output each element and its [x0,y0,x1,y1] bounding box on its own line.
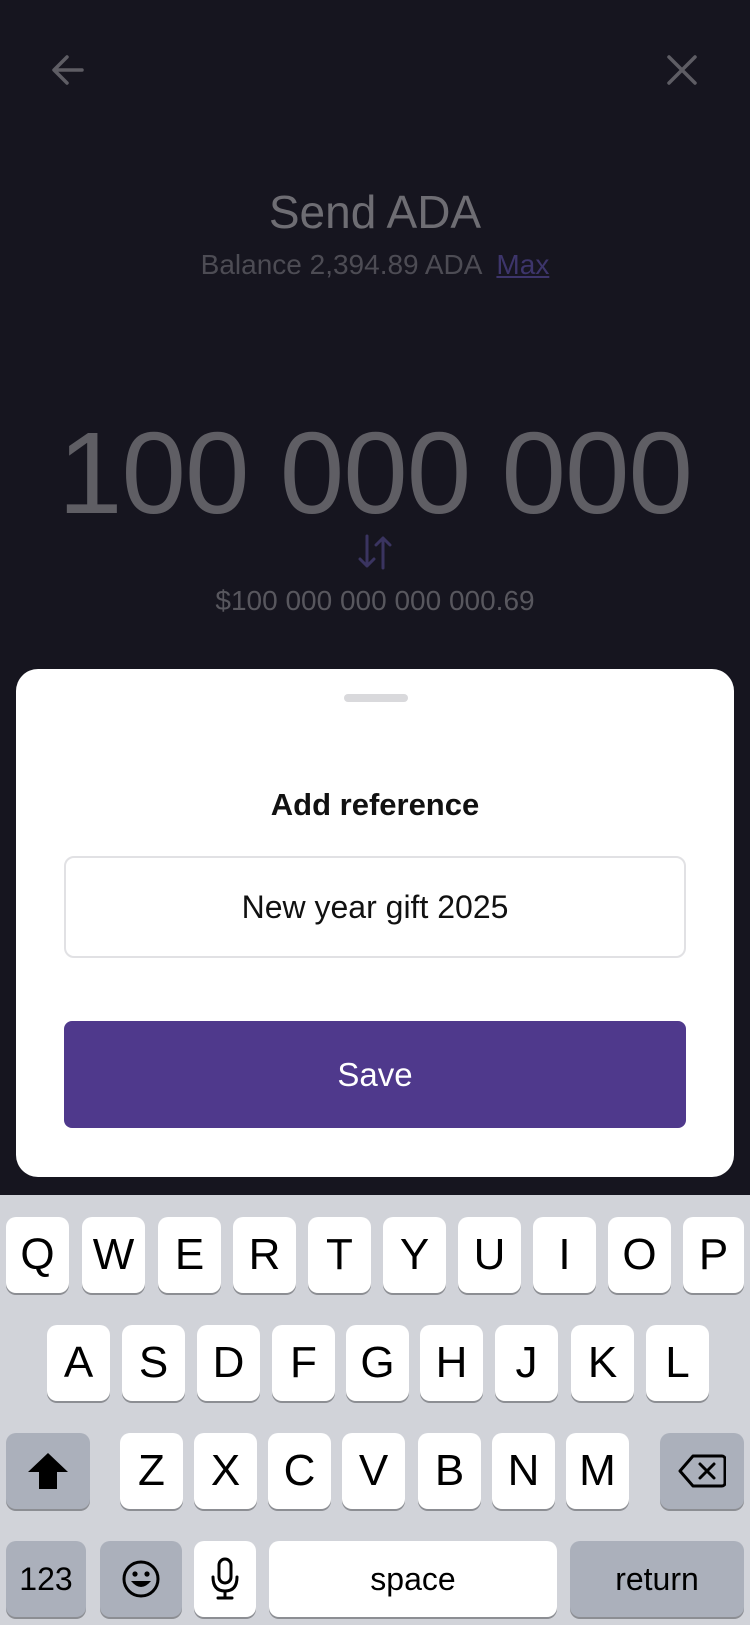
key-k[interactable]: K [571,1325,634,1401]
key-b[interactable]: B [418,1433,481,1509]
close-icon [667,55,697,85]
key-i[interactable]: I [533,1217,596,1293]
key-s[interactable]: S [122,1325,185,1401]
key-p[interactable]: P [683,1217,744,1293]
key-o[interactable]: O [608,1217,671,1293]
key-r[interactable]: R [233,1217,296,1293]
key-e[interactable]: E [158,1217,221,1293]
key-w[interactable]: W [82,1217,145,1293]
sheet-grabber[interactable] [344,694,408,702]
balance-text: Balance 2,394.89 ADA [200,249,483,280]
microphone-icon [211,1557,239,1600]
fiat-value: $100 000 000 000 000.69 [215,585,535,616]
close-button[interactable] [652,40,712,100]
swap-arrows-icon[interactable] [355,532,395,572]
key-v[interactable]: V [342,1433,405,1509]
return-key[interactable]: return [570,1541,744,1617]
key-j[interactable]: J [495,1325,558,1401]
send-ada-screen: Send ADA Balance 2,394.89 ADA Max 100 000… [0,0,750,1625]
key-y[interactable]: Y [383,1217,446,1293]
back-button[interactable] [38,40,98,100]
balance-row: Balance 2,394.89 ADA Max [0,249,750,281]
key-l[interactable]: L [646,1325,709,1401]
key-h[interactable]: H [420,1325,483,1401]
reference-input[interactable] [64,856,686,958]
emoji-key[interactable] [100,1541,182,1617]
space-key[interactable]: space [269,1541,557,1617]
max-link[interactable]: Max [496,249,549,280]
backspace-key[interactable] [660,1433,744,1509]
key-m[interactable]: M [566,1433,629,1509]
key-a[interactable]: A [47,1325,110,1401]
save-button[interactable]: Save [64,1021,686,1128]
key-f[interactable]: F [272,1325,335,1401]
numbers-key[interactable]: 123 [6,1541,86,1617]
arrow-left-icon [52,55,84,85]
key-n[interactable]: N [492,1433,555,1509]
shift-icon [28,1453,68,1489]
page-title: Send ADA [268,186,482,238]
shift-key[interactable] [6,1433,90,1509]
key-t[interactable]: T [308,1217,371,1293]
key-c[interactable]: C [268,1433,331,1509]
key-u[interactable]: U [458,1217,521,1293]
key-q[interactable]: Q [6,1217,69,1293]
key-z[interactable]: Z [120,1433,183,1509]
key-x[interactable]: X [194,1433,257,1509]
sheet-title: Add reference [270,787,480,822]
backspace-icon [678,1454,726,1488]
emoji-icon [122,1560,160,1598]
amount-display[interactable]: 100 000 000 [0,415,750,531]
key-g[interactable]: G [346,1325,409,1401]
onscreen-keyboard: Q W E R T Y U I O P A S D F G H J K L Z … [0,1195,750,1625]
key-d[interactable]: D [197,1325,260,1401]
dictation-key[interactable] [194,1541,256,1617]
add-reference-sheet: Add reference Save [16,669,734,1177]
